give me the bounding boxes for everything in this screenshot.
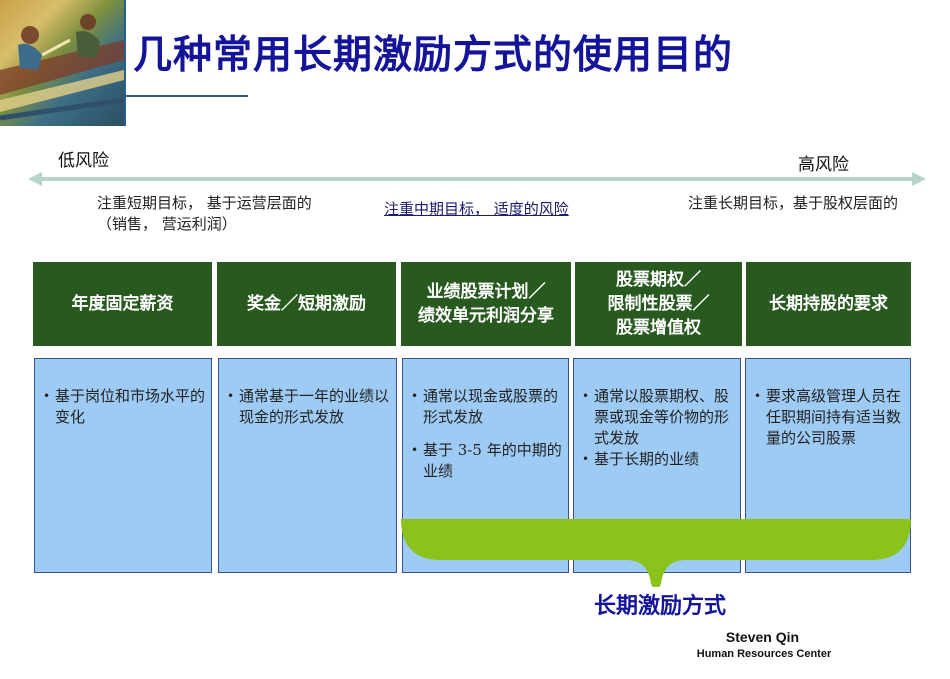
note-mid-term: 注重中期目标， 适度的风险 <box>384 200 569 218</box>
column-cell-annual-salary: 基于岗位和市场水平的变化 <box>34 358 212 573</box>
header-annual-salary: 年度固定薪资 <box>33 262 212 346</box>
low-risk-label: 低风险 <box>58 151 109 171</box>
title-rule-vertical <box>124 0 126 126</box>
header-long-term-holding: 长期持股的要求 <box>746 262 911 346</box>
page-title: 几种常用长期激励方式的使用目的 <box>133 33 734 78</box>
note-short-term: 注重短期目标， 基于运营层面的 （销售， 营运利润） <box>97 194 312 233</box>
header-performance-share: 业绩股票计划／ 绩效单元利润分享 <box>401 262 571 346</box>
bullet-text: 基于 3-5 年的中期的业绩 <box>411 440 562 482</box>
bullet-text: 基于岗位和市场水平的变化 <box>43 386 205 428</box>
corner-illustration <box>0 0 124 126</box>
bullet-text: 通常以股票期权、股票或现金等价物的形式发放 <box>582 386 734 449</box>
note-long-term: 注重长期目标，基于股权层面的 <box>688 194 899 212</box>
bullet-text: 通常以现金或股票的形式发放 <box>411 386 562 428</box>
footer-author: Steven Qin <box>725 629 800 645</box>
header-bonus: 奖金／短期激励 <box>217 262 396 346</box>
bullet-text: 基于长期的业绩 <box>582 449 734 470</box>
column-cell-bonus: 通常基于一年的业绩以现金的形式发放 <box>218 358 397 573</box>
title-rule-horizontal <box>124 95 248 97</box>
risk-axis-arrow <box>28 172 926 186</box>
footer-organization: Human Resources Center <box>696 648 832 660</box>
bullet-text: 要求高级管理人员在任职期间持有适当数量的公司股票 <box>754 386 904 449</box>
long-term-incentive-brace <box>401 518 911 587</box>
bullet-text: 通常基于一年的业绩以现金的形式发放 <box>227 386 390 428</box>
brace-label: 长期激励方式 <box>593 594 726 619</box>
header-stock-options: 股票期权／ 限制性股票／ 股票增值权 <box>575 262 742 346</box>
